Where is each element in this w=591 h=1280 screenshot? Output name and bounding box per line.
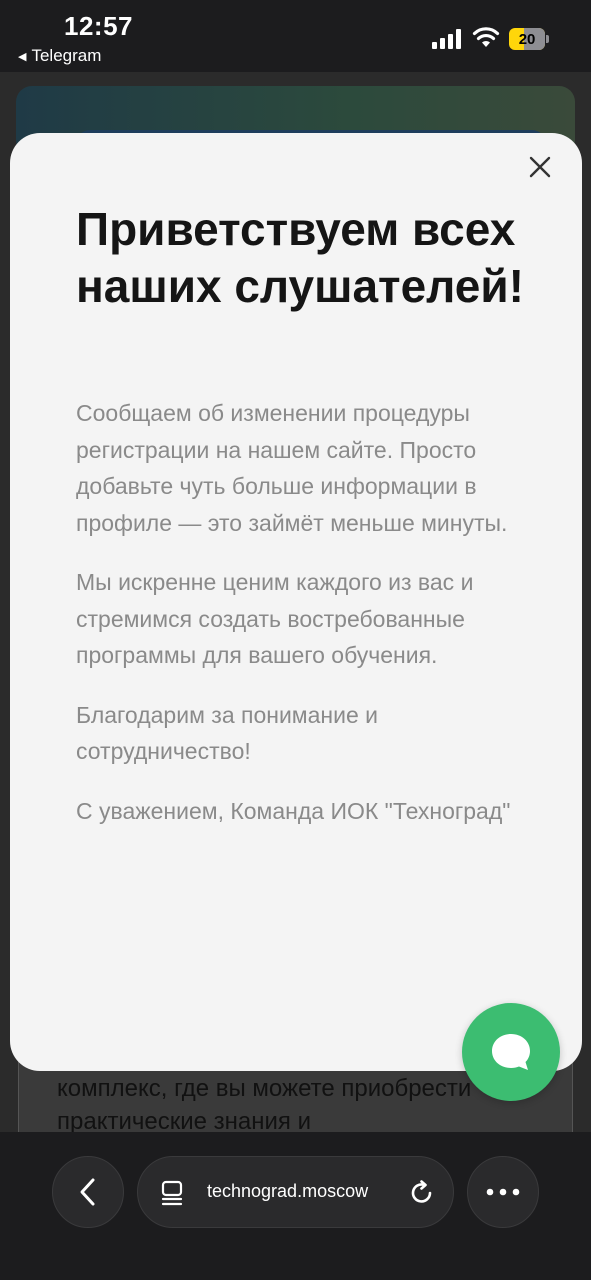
status-time: 12:57 <box>64 11 133 41</box>
battery-level: 20 <box>518 30 536 48</box>
modal-paragraph: Благодарим за понимание и сотрудничество… <box>76 701 378 765</box>
cellular-signal-icon <box>432 29 461 49</box>
back-app-label: Telegram <box>31 46 102 65</box>
more-options-button[interactable] <box>467 1156 539 1228</box>
reload-icon[interactable] <box>408 1179 436 1207</box>
chevron-left-icon <box>80 1178 95 1206</box>
modal-title: Приветствуем всех наших слушателей! <box>76 203 524 312</box>
back-triangle-icon: ◀ <box>18 50 27 63</box>
chat-button[interactable] <box>462 1003 560 1101</box>
close-icon[interactable] <box>526 153 554 181</box>
browser-toolbar: technograd.moscow <box>0 1132 591 1280</box>
address-bar[interactable]: technograd.moscow <box>137 1156 454 1228</box>
modal-paragraph: Сообщаем об изменении процедуры регистра… <box>76 400 508 536</box>
chat-bubble-icon <box>492 1034 530 1070</box>
wifi-icon <box>472 27 500 47</box>
battery-icon: 20 <box>509 28 546 50</box>
browser-back-button[interactable] <box>52 1156 124 1228</box>
modal-body: Сообщаем об изменении процедуры регистра… <box>76 395 536 852</box>
url-text: technograd.moscow <box>207 1181 369 1201</box>
status-bar: 12:57 ◀ Telegram 20 <box>0 0 591 72</box>
modal-signature: С уважением, Команда ИОК "Техноград" <box>76 797 511 824</box>
battery-indicator: 20 <box>509 28 549 50</box>
background-card-text: комплекс, где вы можете приобрести практ… <box>57 1075 472 1135</box>
modal-paragraph: Мы искренне ценим каждого из вас и стрем… <box>76 569 474 668</box>
back-to-app-link[interactable]: ◀ Telegram <box>18 46 101 66</box>
tabs-icon[interactable] <box>160 1180 186 1206</box>
more-dots-icon <box>486 1188 520 1196</box>
